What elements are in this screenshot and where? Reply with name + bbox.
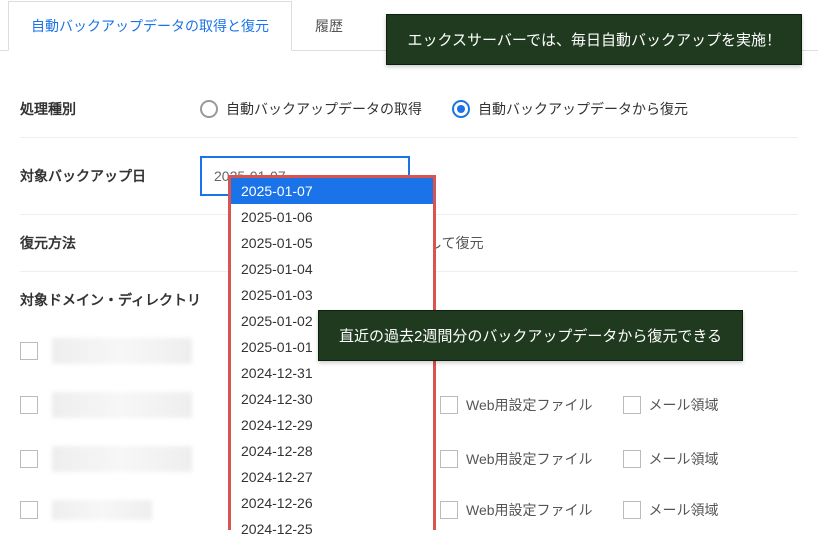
radio-restore-label: 自動バックアップデータから復元 xyxy=(478,99,688,119)
checkbox[interactable] xyxy=(623,501,641,519)
mail-label: メール領域 xyxy=(649,449,719,469)
radio-icon-checked xyxy=(452,100,470,118)
checkbox[interactable] xyxy=(20,396,38,414)
domain-name-blurred xyxy=(52,500,152,520)
date-option[interactable]: 2024-12-27 xyxy=(231,464,433,490)
date-option[interactable]: 2025-01-07 xyxy=(231,178,433,204)
date-option[interactable]: 2024-12-28 xyxy=(231,438,433,464)
date-option[interactable]: 2024-12-25 xyxy=(231,516,433,542)
mail-label: メール領域 xyxy=(649,500,719,520)
date-option[interactable]: 2025-01-04 xyxy=(231,256,433,282)
radio-icon xyxy=(200,100,218,118)
checkbox[interactable] xyxy=(623,396,641,414)
tab-backup-restore[interactable]: 自動バックアップデータの取得と復元 xyxy=(8,1,292,51)
banner-top: エックスサーバーでは、毎日自動バックアップを実施！ xyxy=(386,14,802,65)
web-config-label: Web用設定ファイル xyxy=(466,449,593,469)
date-option[interactable]: 2024-12-30 xyxy=(231,386,433,412)
domain-name-blurred xyxy=(52,338,192,364)
date-option[interactable]: 2024-12-29 xyxy=(231,412,433,438)
tab-history[interactable]: 履歴 xyxy=(292,1,366,51)
mail-label: メール領域 xyxy=(649,395,719,415)
checkbox[interactable] xyxy=(440,450,458,468)
date-option[interactable]: 2025-01-05 xyxy=(231,230,433,256)
radio-get-label: 自動バックアップデータの取得 xyxy=(226,99,422,119)
date-option[interactable]: 2024-12-26 xyxy=(231,490,433,516)
date-option[interactable]: 2025-01-06 xyxy=(231,204,433,230)
date-option[interactable]: 2025-01-03 xyxy=(231,282,433,308)
checkbox[interactable] xyxy=(20,342,38,360)
checkbox[interactable] xyxy=(20,450,38,468)
backup-date-label: 対象バックアップ日 xyxy=(20,166,200,186)
radio-get-backup[interactable]: 自動バックアップデータの取得 xyxy=(200,99,422,119)
checkbox[interactable] xyxy=(440,396,458,414)
web-config-label: Web用設定ファイル xyxy=(466,395,593,415)
process-type-label: 処理種別 xyxy=(20,99,200,119)
date-option[interactable]: 2024-12-31 xyxy=(231,360,433,386)
checkbox[interactable] xyxy=(440,501,458,519)
domain-name-blurred xyxy=(52,392,192,418)
domain-name-blurred xyxy=(52,446,192,472)
checkbox[interactable] xyxy=(623,450,641,468)
restore-method-label: 復元方法 xyxy=(20,233,200,253)
web-config-label: Web用設定ファイル xyxy=(466,500,593,520)
checkbox[interactable] xyxy=(20,501,38,519)
banner-mid: 直近の過去2週間分のバックアップデータから復元できる xyxy=(318,310,743,361)
radio-restore-backup[interactable]: 自動バックアップデータから復元 xyxy=(452,99,688,119)
